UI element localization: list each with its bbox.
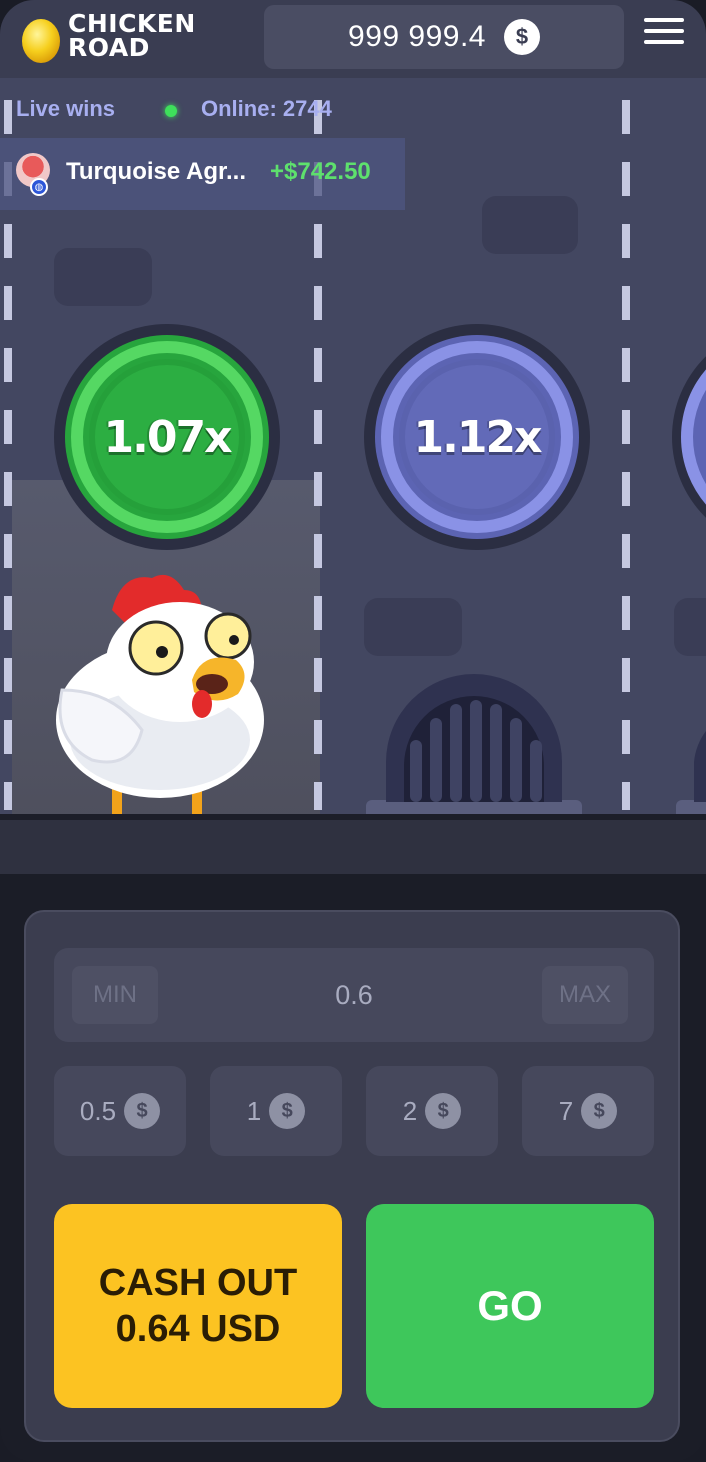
bet-control-panel: MIN 0.6 MAX 0.5 $ 1 $ 2 $ 7 $ CASH OUT 0… <box>24 910 680 1442</box>
golden-egg-icon <box>22 19 60 63</box>
online-status-dot <box>165 105 177 117</box>
game-board: Live wins Online: 2744 ◍ Turquoise Agr..… <box>0 78 706 874</box>
live-wins-bar: Live wins Online: 2744 <box>0 90 400 130</box>
quick-bet-chip[interactable]: 7 $ <box>522 1066 654 1156</box>
dollar-coin-icon: $ <box>503 19 540 55</box>
go-button[interactable]: GO <box>366 1204 654 1408</box>
logo-text: CHICKEN ROAD <box>68 11 196 62</box>
online-count: Online: 2744 <box>201 96 332 121</box>
road-tile <box>364 598 462 656</box>
cash-out-label: CASH OUT <box>98 1262 298 1304</box>
top-bar: CHICKEN ROAD 999 999.4 $ <box>0 0 706 78</box>
logo-line-2: ROAD <box>68 33 150 62</box>
live-wins-label: Live wins <box>16 96 116 121</box>
max-bet-button[interactable]: MAX <box>542 966 628 1024</box>
chicken-character-icon <box>56 574 264 814</box>
bet-amount-input[interactable]: 0.6 <box>254 948 454 1042</box>
road-edge <box>0 814 706 874</box>
lane-divider <box>622 100 630 810</box>
dollar-coin-icon: $ <box>124 1093 161 1129</box>
chicken-road-logo: CHICKEN ROAD <box>20 10 210 66</box>
quick-bet-chip[interactable]: 0.5 $ <box>54 1066 186 1156</box>
chip-value: 1 <box>246 1095 262 1126</box>
balance-value: 999 999.4 <box>348 20 486 53</box>
balance-display: 999 999.4 $ <box>264 5 624 69</box>
latest-win-ticker: ◍ Turquoise Agr... +$742.50 <box>0 138 405 210</box>
sewer-gate-icon <box>366 674 582 820</box>
multiplier-value: 1.12x <box>413 411 543 463</box>
chip-value: 0.5 <box>79 1095 117 1126</box>
dollar-coin-icon: $ <box>425 1093 462 1129</box>
bet-amount-control: MIN 0.6 MAX <box>54 948 654 1042</box>
win-amount: +$742.50 <box>270 158 371 185</box>
quick-bet-chip[interactable]: 1 $ <box>210 1066 342 1156</box>
cash-out-amount: 0.64 USD <box>115 1308 281 1350</box>
cash-out-button[interactable]: CASH OUT 0.64 USD <box>54 1204 342 1408</box>
chip-value: 7 <box>558 1095 574 1126</box>
sewer-gate-icon <box>676 731 706 820</box>
quick-bet-chip[interactable]: 2 $ <box>366 1066 498 1156</box>
multiplier-value: 1.07x <box>103 411 233 463</box>
multiplier-coin-next[interactable]: 1.12x <box>364 324 590 550</box>
globe-icon: ◍ <box>30 178 48 196</box>
dollar-coin-icon: $ <box>269 1093 306 1129</box>
min-bet-button[interactable]: MIN <box>72 966 158 1024</box>
game-frame: CHICKEN ROAD 999 999.4 $ Live wins Onlin… <box>0 0 706 1462</box>
road-tile <box>54 248 152 306</box>
dollar-coin-icon: $ <box>581 1093 618 1129</box>
road-tile <box>674 598 706 656</box>
multiplier-coin-partial <box>672 324 706 550</box>
hamburger-menu-icon[interactable] <box>644 18 684 52</box>
winner-name: Turquoise Agr... <box>66 158 247 185</box>
multiplier-coin-passed: 1.07x <box>54 324 280 550</box>
road-tile <box>482 196 578 254</box>
chip-value: 2 <box>402 1095 418 1126</box>
